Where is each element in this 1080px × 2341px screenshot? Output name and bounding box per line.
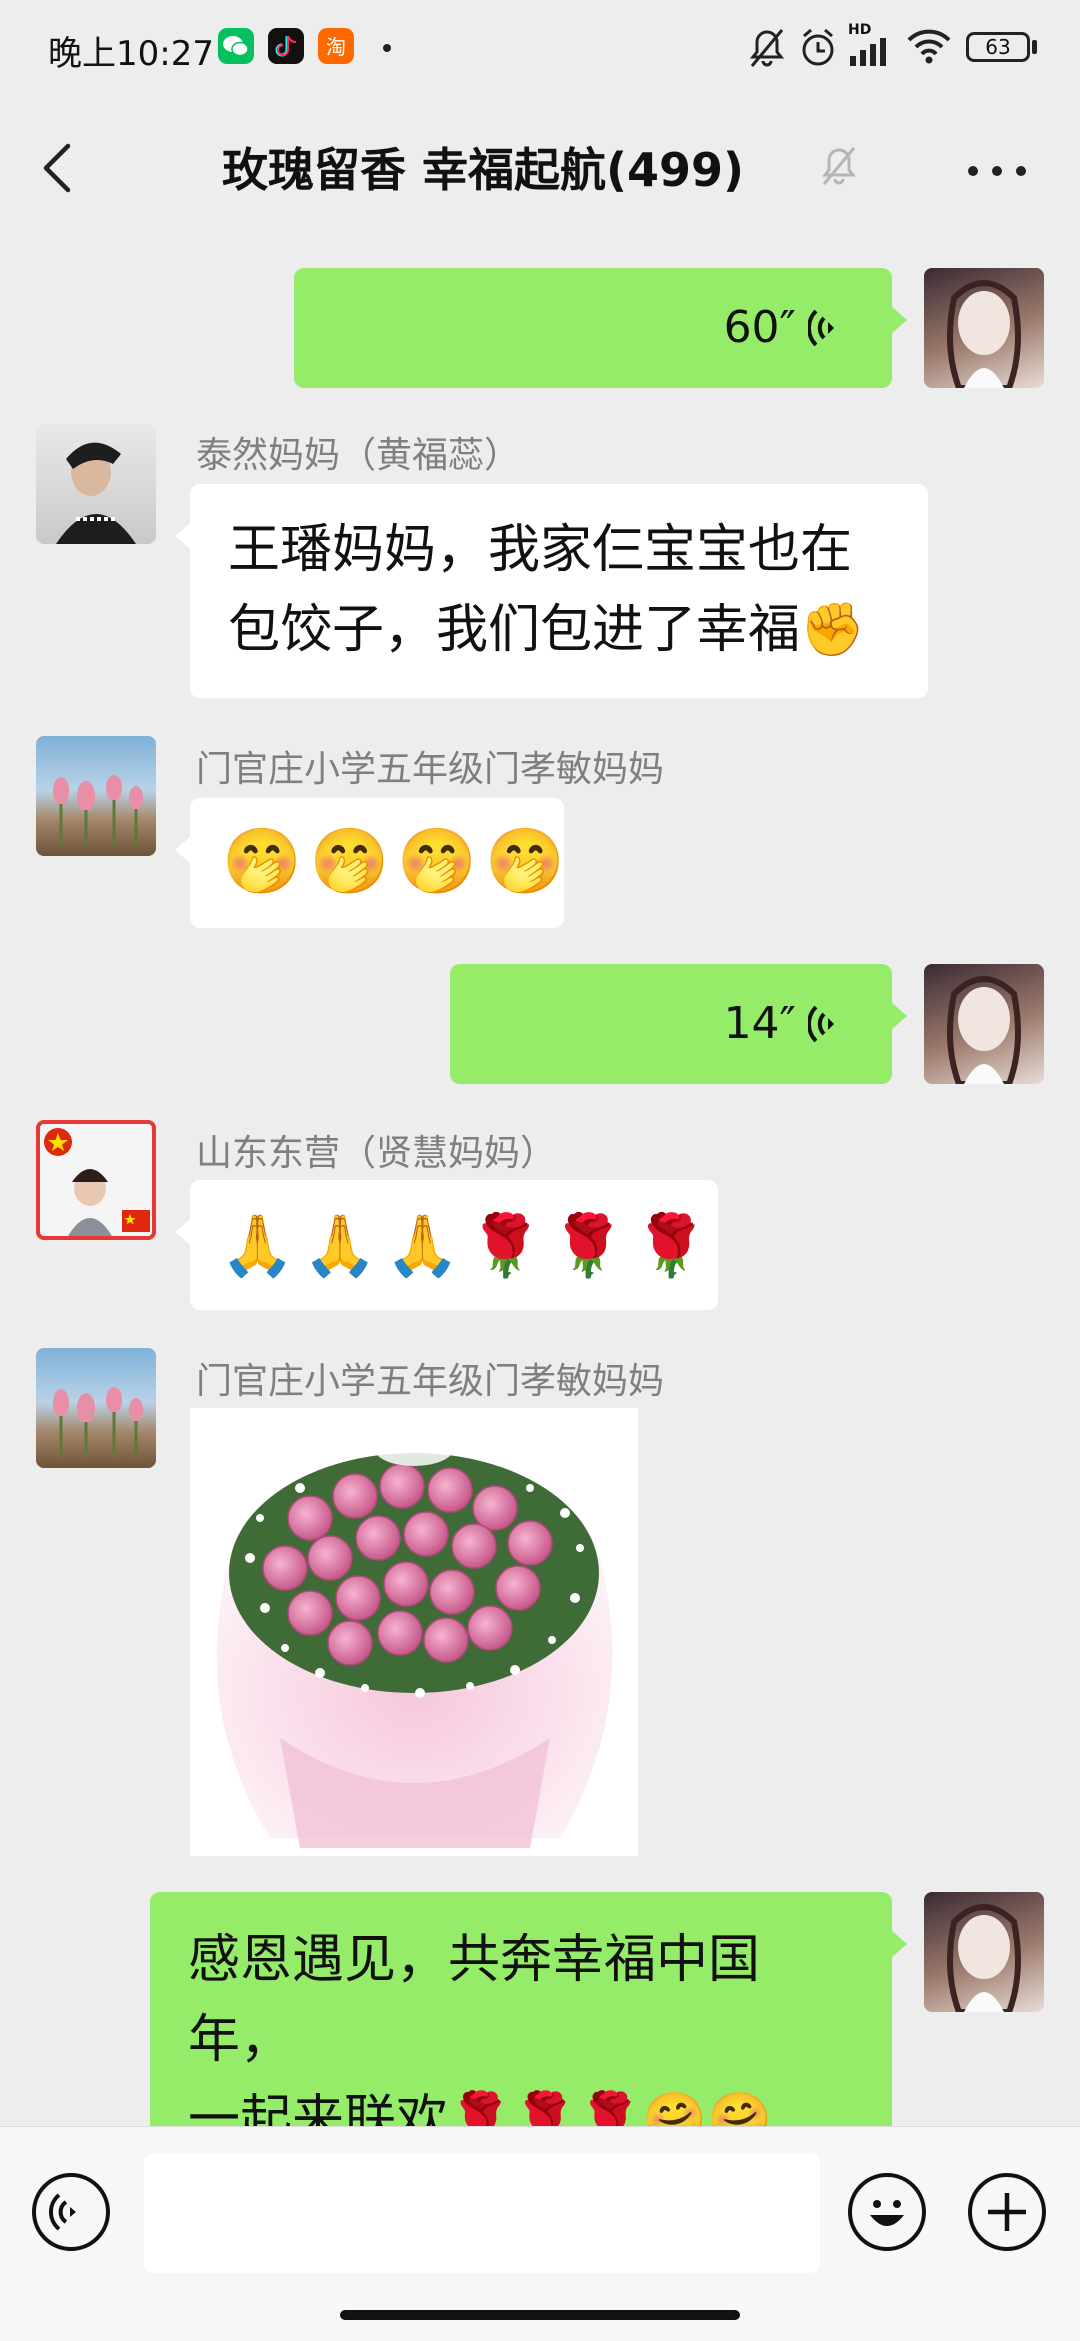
text-message[interactable]: 感恩遇见，共奔幸福中国年， 一起来联欢🌹🌹🌹🤗🤗 😶 bbox=[150, 1892, 907, 2215]
image-message[interactable] bbox=[190, 1408, 638, 1856]
voice-message[interactable]: 60″ bbox=[294, 268, 907, 388]
status-time: 晚上10:27 bbox=[48, 34, 214, 74]
signal-icon: HD bbox=[848, 22, 898, 66]
wifi-icon bbox=[907, 29, 951, 64]
rose-bouquet-image bbox=[190, 1408, 638, 1856]
voice-mode-icon bbox=[48, 2193, 76, 2231]
sender-name: 门官庄小学五年级门孝敏妈妈 bbox=[196, 749, 665, 790]
home-indicator[interactable] bbox=[340, 2310, 740, 2320]
back-icon bbox=[43, 143, 71, 193]
emoji-content: 🙏🙏🙏🌹🌹🌹 bbox=[220, 1211, 717, 1281]
emoji-icon bbox=[870, 2200, 904, 2226]
battery-tip bbox=[1032, 40, 1037, 54]
more-functions-button[interactable] bbox=[968, 2173, 1046, 2251]
sender-name: 泰然妈妈（黄福蕊） bbox=[196, 435, 521, 476]
mute-bell-icon bbox=[749, 29, 785, 67]
more-icon-dot bbox=[992, 166, 1002, 176]
emoji-message[interactable]: 🤭🤭🤭🤭 bbox=[175, 798, 565, 928]
input-bar bbox=[0, 2126, 1080, 2341]
sender-avatar[interactable] bbox=[36, 1348, 156, 1468]
tiktok-icon bbox=[268, 28, 304, 64]
taobao-icon: 淘 bbox=[318, 28, 354, 64]
voice-wave-icon bbox=[808, 309, 834, 347]
my-avatar[interactable] bbox=[924, 268, 1044, 388]
back-button[interactable] bbox=[36, 136, 84, 200]
message-line: 包饺子，我们包进了幸福✊ bbox=[228, 600, 865, 660]
more-icon bbox=[968, 166, 978, 176]
emoji-button[interactable] bbox=[848, 2173, 926, 2251]
message-line: 感恩遇见，共奔幸福中国年， bbox=[188, 1930, 761, 2070]
svg-text:淘: 淘 bbox=[326, 35, 346, 59]
battery-icon: 63 bbox=[966, 32, 1030, 62]
voice-duration: 60″ bbox=[723, 302, 796, 353]
mute-bell-icon bbox=[821, 147, 857, 185]
voice-duration: 14″ bbox=[723, 998, 796, 1049]
sender-name: 山东东营（贤慧妈妈） bbox=[196, 1133, 557, 1174]
voice-message[interactable]: 14″ bbox=[450, 964, 907, 1084]
chat-header: 玫瑰留香 幸福起航(499) bbox=[0, 96, 1080, 240]
more-icon-dot bbox=[1016, 166, 1026, 176]
message-input[interactable] bbox=[144, 2153, 820, 2273]
my-avatar[interactable] bbox=[924, 1892, 1044, 2012]
voice-wave-icon bbox=[808, 1005, 834, 1043]
alarm-icon bbox=[802, 28, 834, 66]
wechat-icon bbox=[218, 28, 254, 64]
sender-name: 门官庄小学五年级门孝敏妈妈 bbox=[196, 1361, 665, 1402]
voice-mode-button[interactable] bbox=[32, 2173, 110, 2251]
sender-avatar[interactable] bbox=[36, 424, 156, 544]
sender-avatar[interactable] bbox=[36, 1120, 156, 1240]
emoji-message[interactable]: 🙏🙏🙏🌹🌹🌹 bbox=[175, 1180, 718, 1310]
more-button[interactable] bbox=[962, 144, 1032, 194]
message-line: 王璠妈妈，我家仨宝宝也在 bbox=[228, 520, 853, 580]
network-type: HD bbox=[848, 22, 872, 38]
plus-icon bbox=[988, 2193, 1026, 2231]
emoji-content: 🤭🤭🤭🤭 bbox=[222, 825, 573, 899]
my-avatar[interactable] bbox=[924, 964, 1044, 1084]
status-bar: 晚上10:27 淘 HD 63 bbox=[0, 0, 1080, 96]
sender-avatar[interactable] bbox=[36, 736, 156, 856]
chat-title[interactable]: 玫瑰留香 幸福起航(499) bbox=[222, 134, 744, 200]
battery-level: 63 bbox=[985, 35, 1011, 59]
text-message[interactable]: 王璠妈妈，我家仨宝宝也在 包饺子，我们包进了幸福✊ bbox=[175, 484, 928, 698]
notification-dot bbox=[383, 44, 391, 52]
